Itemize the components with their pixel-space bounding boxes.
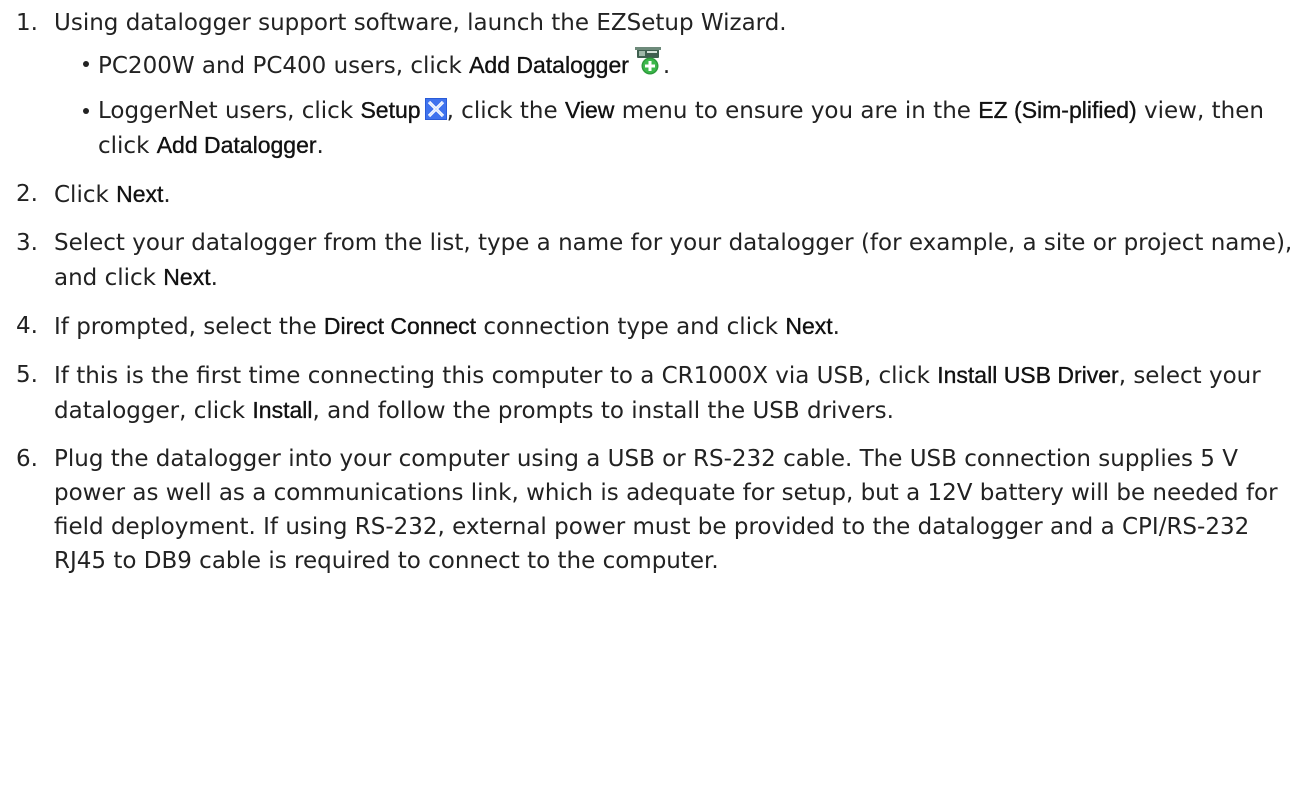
step-number: 5. — [16, 362, 38, 388]
next-label: Next — [163, 264, 211, 290]
setup-icon — [424, 96, 447, 120]
bullet-text: menu to ensure you are in the — [614, 98, 979, 124]
add-datalogger-icon — [633, 46, 663, 76]
bullet-text-end: . — [316, 133, 324, 159]
step-text-end: . — [832, 314, 840, 340]
step-1: 1. Using datalogger support software, la… — [0, 0, 1307, 163]
step-5: 5. If this is the first time connecting … — [0, 358, 1307, 428]
step-number: 1. — [16, 10, 38, 36]
step-2: 2. Click Next. — [0, 177, 1307, 212]
step-1-sublist: PC200W and PC400 users, click Add Datalo… — [54, 46, 1299, 163]
ez-simplified-label: EZ (Sim-plified) — [978, 97, 1137, 123]
step-text-end: . — [210, 265, 218, 291]
setup-steps-list: 1. Using datalogger support software, la… — [0, 0, 1307, 592]
direct-connect-label: Direct Connect — [323, 313, 477, 339]
step-text: Click — [54, 182, 117, 208]
document: 1. Using datalogger support software, la… — [0, 0, 1307, 803]
next-label: Next — [785, 313, 833, 339]
step-text: Using datalogger support software, launc… — [54, 10, 787, 36]
step-number: 2. — [16, 181, 38, 207]
bullet-text: , click the — [446, 98, 565, 124]
install-usb-driver-label: Install USB Driver — [937, 362, 1119, 388]
step-4: 4. If prompted, select the Direct Connec… — [0, 309, 1307, 344]
next-label: Next — [116, 181, 164, 207]
step-text: If prompted, select the — [54, 314, 324, 340]
bullet-dot — [83, 61, 89, 67]
step-text: Select your datalogger from the list, ty… — [54, 230, 1293, 291]
list-item: PC200W and PC400 users, click Add Datalo… — [54, 46, 1299, 83]
step-text-end: , and follow the prompts to install the … — [312, 398, 894, 424]
view-menu-label: View — [564, 97, 615, 123]
step-text-end: . — [163, 182, 171, 208]
bullet-text-end: . — [662, 53, 671, 79]
step-3: 3. Select your datalogger from the list,… — [0, 226, 1307, 295]
add-datalogger-label: Add Datalogger — [469, 52, 629, 78]
setup-label: Setup — [360, 97, 421, 123]
step-number: 6. — [16, 446, 38, 472]
step-text: Plug the datalogger into your computer u… — [54, 446, 1278, 574]
bullet-dot — [83, 108, 89, 114]
install-label: Install — [252, 397, 313, 423]
add-datalogger-label: Add Datalogger — [156, 132, 317, 158]
bullet-text: LoggerNet users, click — [98, 98, 361, 124]
step-text: If this is the first time connecting thi… — [54, 363, 938, 389]
step-text: connection type and click — [476, 314, 786, 340]
step-number: 4. — [16, 313, 38, 339]
list-item: LoggerNet users, click Setup , click the… — [54, 93, 1299, 163]
bullet-text: PC200W and PC400 users, click — [98, 53, 470, 79]
step-6: 6. Plug the datalogger into your compute… — [0, 442, 1307, 578]
step-number: 3. — [16, 230, 38, 256]
